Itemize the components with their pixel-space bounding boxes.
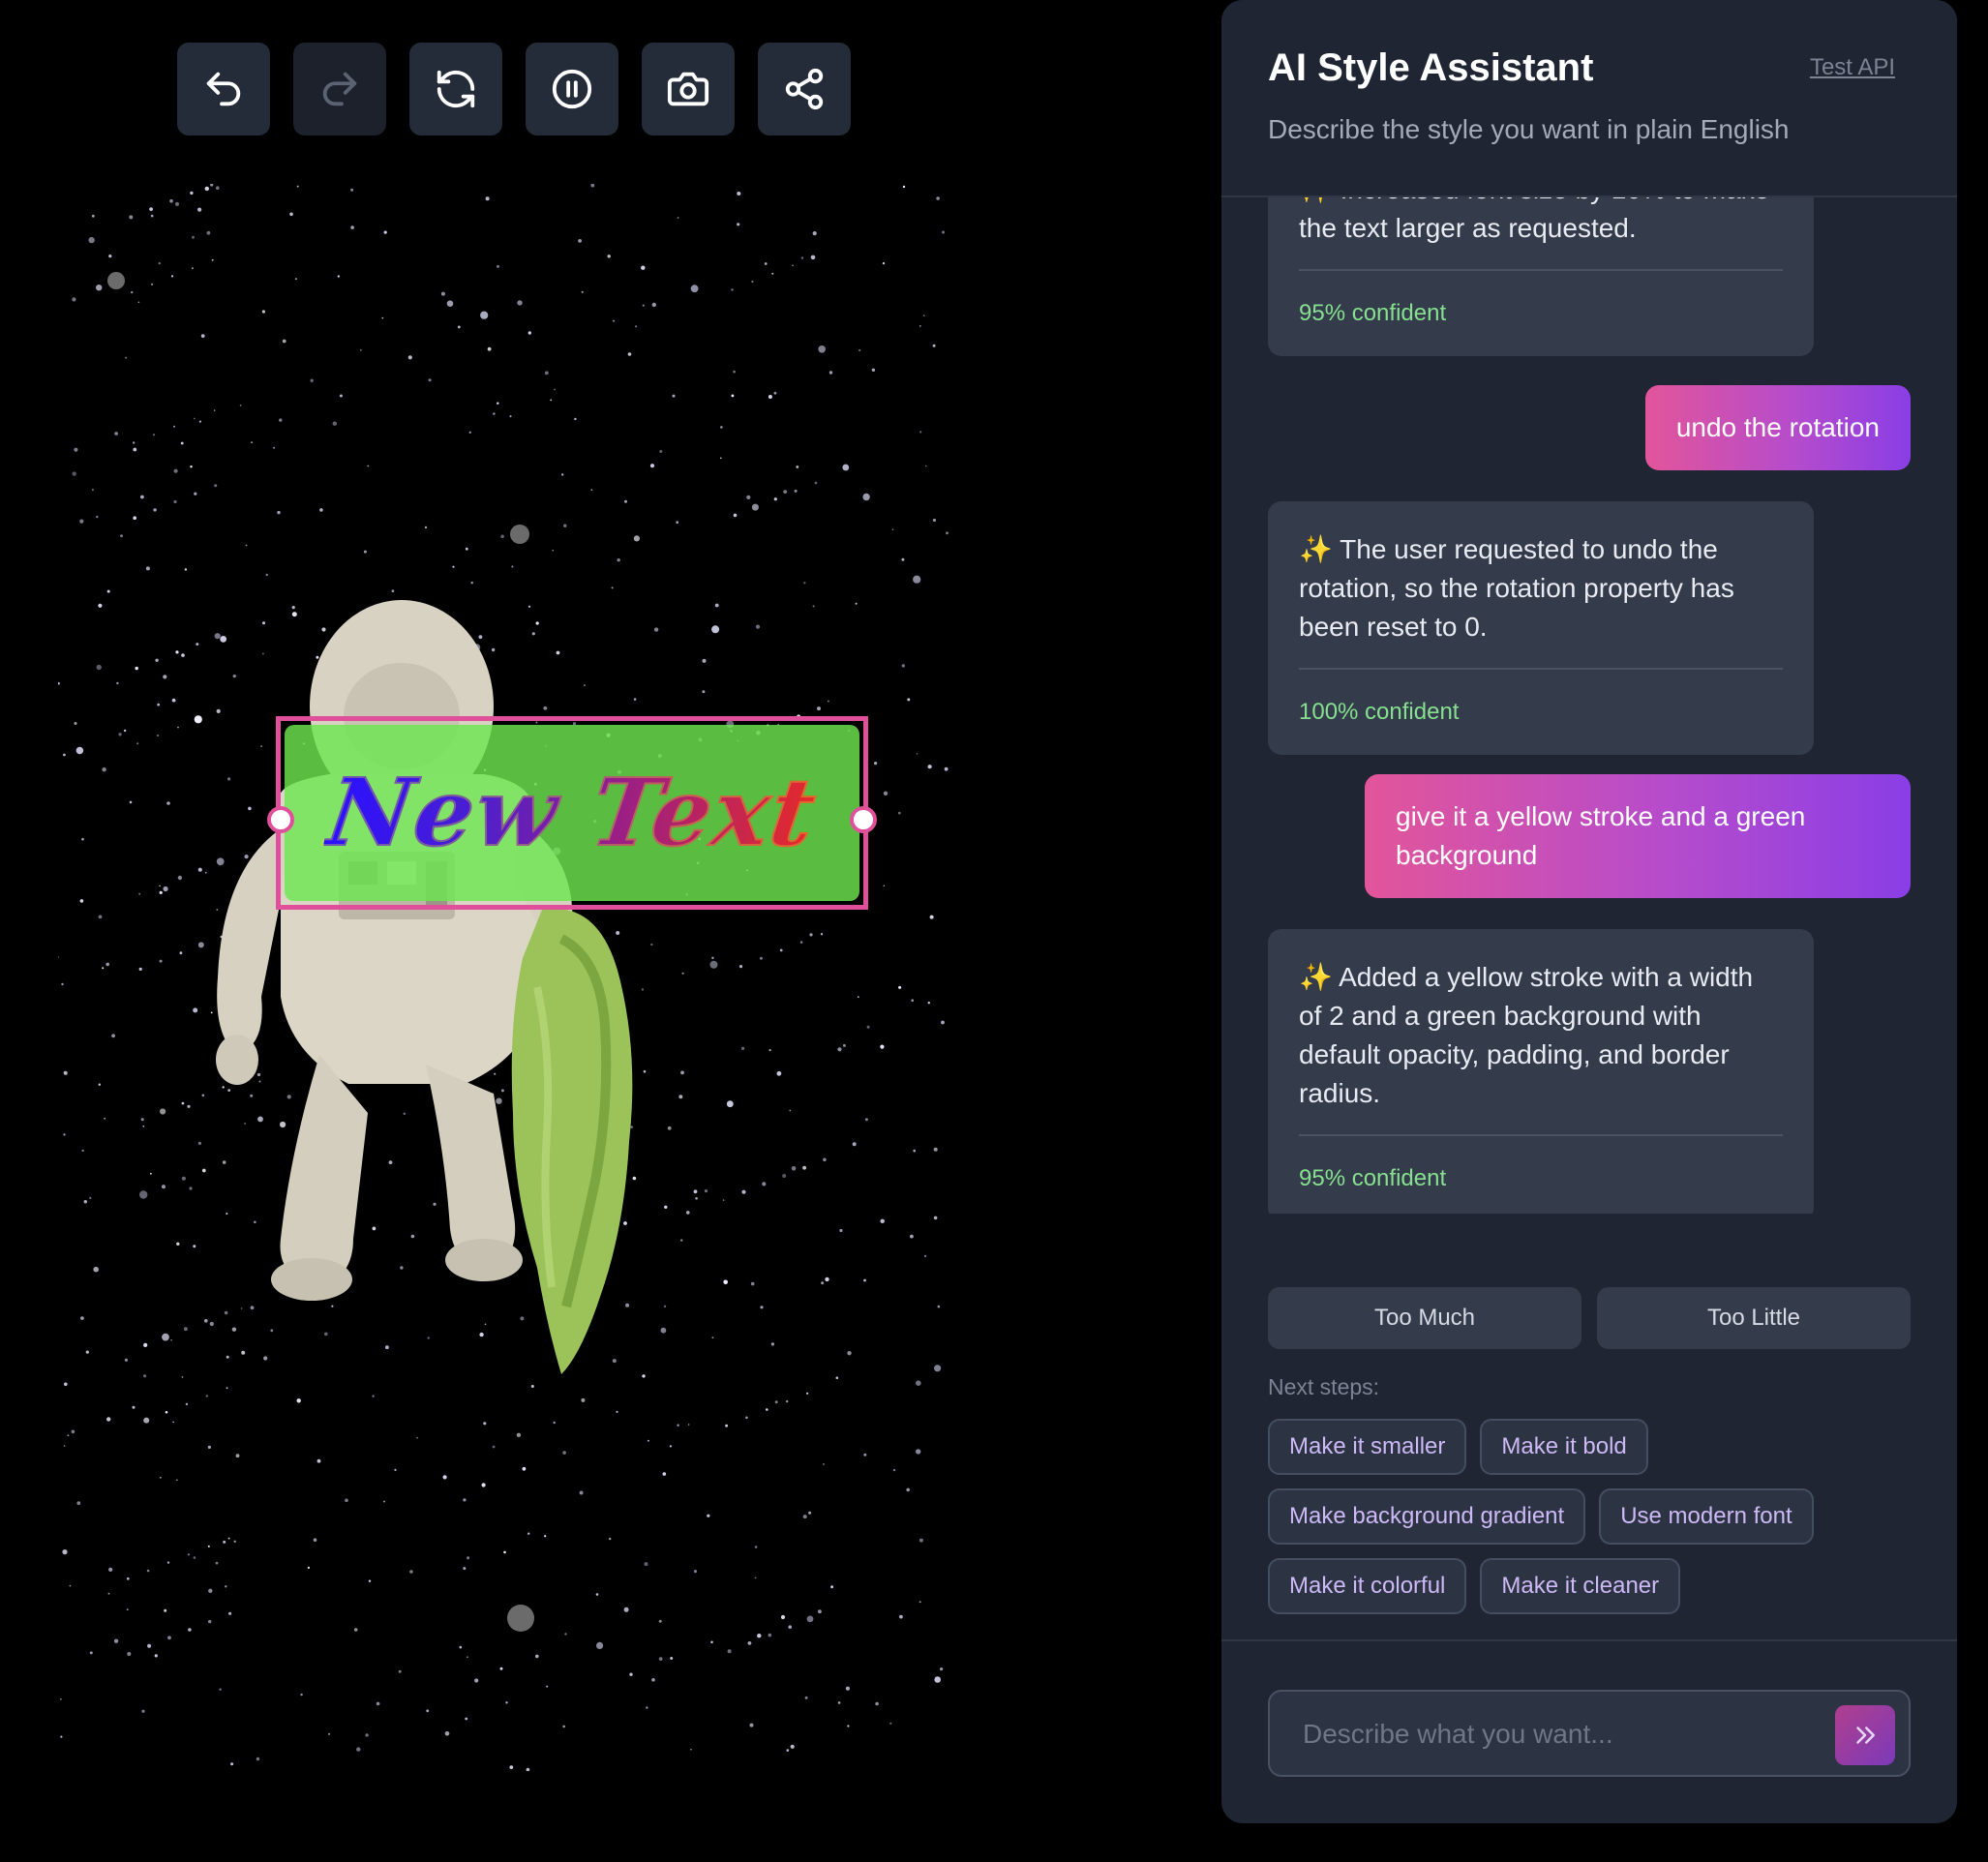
undo-button[interactable] — [177, 43, 270, 135]
selected-text-element[interactable]: New Text — [267, 716, 877, 910]
toolbar — [177, 43, 851, 135]
suggestion-chip[interactable]: Use modern font — [1599, 1488, 1814, 1545]
too-little-button[interactable]: Too Little — [1597, 1287, 1911, 1349]
chevrons-right-icon — [1856, 1727, 1875, 1744]
panel-header: AI Style Assistant Test API Describe the… — [1221, 0, 1957, 197]
ai-message: ✨ The user requested to undo the rotatio… — [1268, 501, 1814, 755]
pause-icon — [552, 69, 592, 109]
send-button[interactable] — [1835, 1705, 1895, 1765]
ai-assistant-panel: AI Style Assistant Test API Describe the… — [1221, 0, 1957, 1823]
pause-button[interactable] — [526, 43, 618, 135]
design-canvas[interactable]: New Text — [58, 184, 949, 1771]
ai-message-text: ✨ Added a yellow stroke with a width of … — [1299, 962, 1754, 1108]
too-much-button[interactable]: Too Much — [1268, 1287, 1581, 1349]
suggestion-chip[interactable]: Make background gradient — [1268, 1488, 1586, 1545]
feedback-row: Too Much Too Little — [1268, 1287, 1911, 1349]
user-message: give it a yellow stroke and a green back… — [1365, 774, 1911, 898]
astronaut-image — [216, 600, 633, 1374]
ai-message: ✨ Added a yellow stroke with a width of … — [1268, 929, 1814, 1214]
refresh-icon — [437, 70, 475, 108]
prompt-input[interactable] — [1301, 1692, 1827, 1777]
suggestion-chip[interactable]: Make it bold — [1480, 1419, 1648, 1475]
next-steps-label: Next steps: — [1268, 1374, 1380, 1399]
camera-button[interactable] — [642, 43, 735, 135]
suggestion-chips: Make it smaller Make it bold Make backgr… — [1268, 1419, 1926, 1628]
ai-message-text: ✨ Increased font size by 10% to make the… — [1299, 197, 1769, 243]
camera-icon — [667, 72, 709, 106]
app-root: New Text AI Style Assistant Test API Des… — [0, 0, 1988, 1862]
resize-handle-right[interactable] — [850, 806, 877, 833]
confidence-label: 95% confident — [1299, 300, 1447, 326]
user-message: undo the rotation — [1644, 385, 1911, 470]
confidence-label: 100% confident — [1299, 699, 1460, 725]
text-background: New Text — [285, 725, 859, 901]
text-element-content[interactable]: New Text — [319, 757, 825, 868]
panel-title: AI Style Assistant — [1268, 46, 1594, 89]
ai-message-text: ✨ The user requested to undo the rotatio… — [1299, 534, 1734, 642]
undo-icon — [206, 72, 241, 106]
resize-handle-left[interactable] — [267, 806, 294, 833]
share-button[interactable] — [758, 43, 851, 135]
redo-icon — [322, 72, 357, 106]
suggestion-chip[interactable]: Make it cleaner — [1480, 1558, 1681, 1614]
refresh-button[interactable] — [409, 43, 502, 135]
test-api-link[interactable]: Test API — [1810, 54, 1895, 81]
suggestion-chip[interactable]: Make it smaller — [1268, 1419, 1467, 1475]
confidence-label: 95% confident — [1299, 1165, 1447, 1191]
panel-subtitle: Describe the style you want in plain Eng… — [1268, 114, 1790, 144]
share-icon — [785, 68, 824, 110]
redo-button[interactable] — [293, 43, 386, 135]
suggestion-chip[interactable]: Make it colorful — [1268, 1558, 1467, 1614]
ai-message: ✨ Increased font size by 10% to make the… — [1268, 197, 1814, 356]
chat-messages[interactable]: ✨ Increased font size by 10% to make the… — [1221, 197, 1957, 1214]
panel-footer — [1221, 1639, 1957, 1823]
prompt-input-container — [1268, 1690, 1911, 1777]
